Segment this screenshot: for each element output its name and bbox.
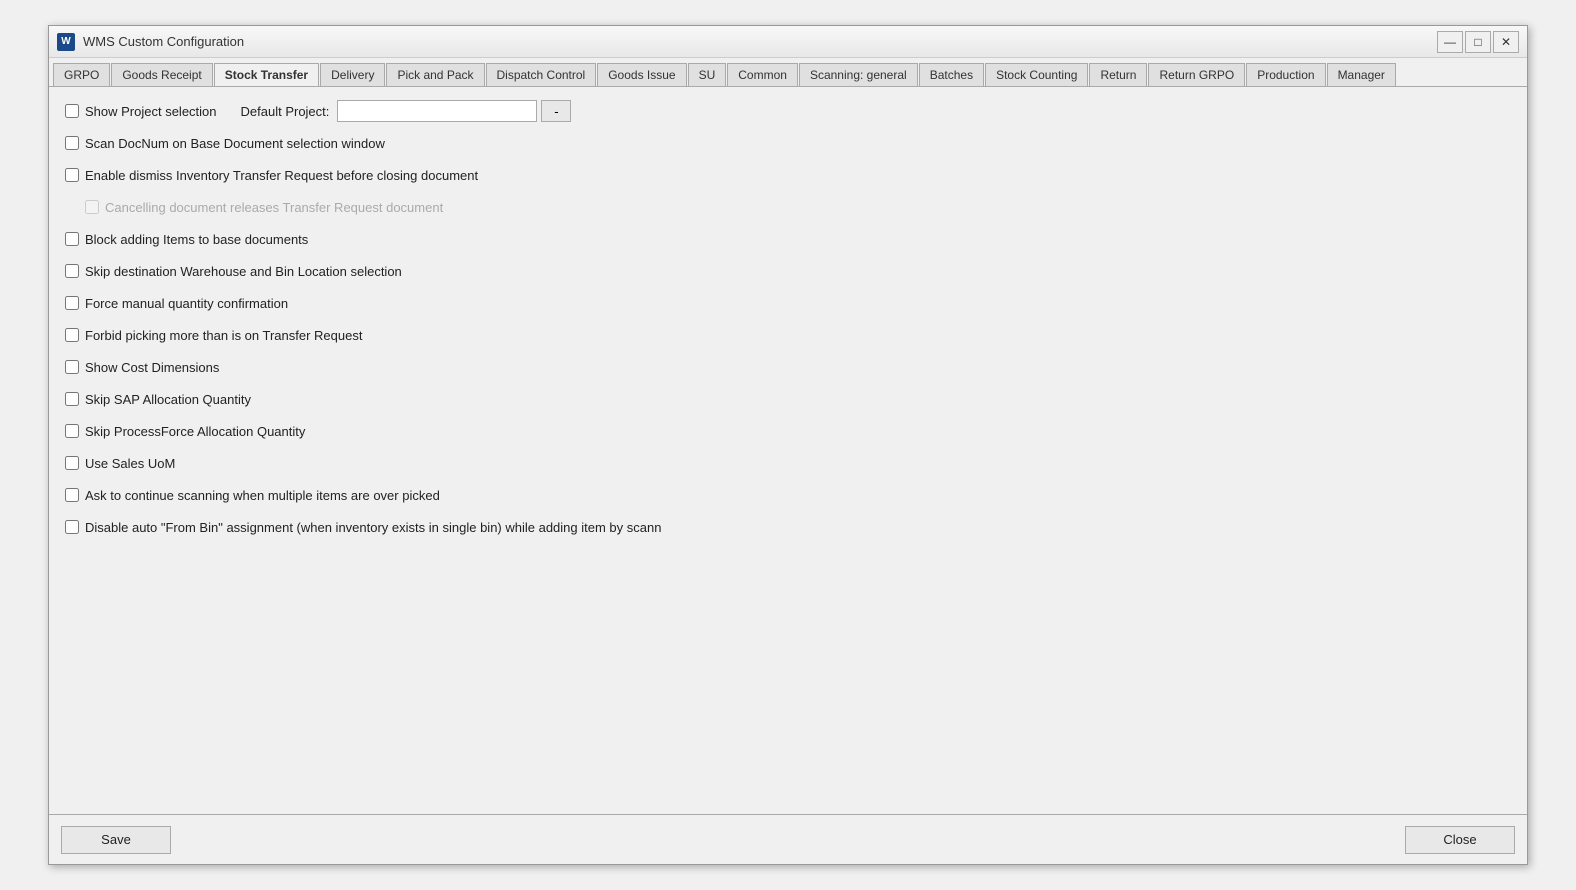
default-project-label: Default Project:	[241, 104, 330, 119]
option-row-scan-docnum: Scan DocNum on Base Document selection w…	[65, 131, 1511, 155]
content-area: Show Project selectionDefault Project:-S…	[49, 87, 1527, 814]
checkbox-block-adding[interactable]	[65, 232, 79, 246]
option-row-skip-destination: Skip destination Warehouse and Bin Locat…	[65, 259, 1511, 283]
tab-su[interactable]: SU	[688, 63, 727, 87]
label-scan-docnum: Scan DocNum on Base Document selection w…	[85, 136, 385, 151]
tab-common[interactable]: Common	[727, 63, 798, 87]
checkbox-force-manual[interactable]	[65, 296, 79, 310]
option-row-show-project-selection: Show Project selection Default Project: -	[65, 99, 1511, 123]
label-show-project-selection: Show Project selection	[85, 104, 217, 119]
option-row-show-cost-dimensions: Show Cost Dimensions	[65, 355, 1511, 379]
option-row-skip-sap-allocation: Skip SAP Allocation Quantity	[65, 387, 1511, 411]
tab-manager[interactable]: Manager	[1327, 63, 1396, 87]
option-row-enable-dismiss: Enable dismiss Inventory Transfer Reques…	[65, 163, 1511, 187]
label-force-manual: Force manual quantity confirmation	[85, 296, 288, 311]
maximize-button[interactable]: □	[1465, 31, 1491, 53]
default-project-input[interactable]	[337, 100, 537, 122]
option-row-skip-processforce: Skip ProcessForce Allocation Quantity	[65, 419, 1511, 443]
label-cancelling-document: Cancelling document releases Transfer Re…	[105, 200, 443, 215]
checkbox-cancelling-document	[85, 200, 99, 214]
option-row-ask-continue-scanning: Ask to continue scanning when multiple i…	[65, 483, 1511, 507]
tab-return-grpo[interactable]: Return GRPO	[1148, 63, 1245, 87]
default-project-button[interactable]: -	[541, 100, 571, 122]
tab-return[interactable]: Return	[1089, 63, 1147, 87]
label-forbid-picking: Forbid picking more than is on Transfer …	[85, 328, 362, 343]
label-disable-auto-from-bin: Disable auto "From Bin" assignment (when…	[85, 520, 661, 535]
checkbox-skip-processforce[interactable]	[65, 424, 79, 438]
title-bar: W WMS Custom Configuration — □ ✕	[49, 26, 1527, 58]
tab-goods-issue[interactable]: Goods Issue	[597, 63, 686, 87]
tab-scanning-general[interactable]: Scanning: general	[799, 63, 918, 87]
checkbox-show-cost-dimensions[interactable]	[65, 360, 79, 374]
checkbox-ask-continue-scanning[interactable]	[65, 488, 79, 502]
label-show-cost-dimensions: Show Cost Dimensions	[85, 360, 219, 375]
checkbox-use-sales-uom[interactable]	[65, 456, 79, 470]
label-skip-sap-allocation: Skip SAP Allocation Quantity	[85, 392, 251, 407]
main-window: W WMS Custom Configuration — □ ✕ GRPOGoo…	[48, 25, 1528, 865]
label-enable-dismiss: Enable dismiss Inventory Transfer Reques…	[85, 168, 478, 183]
checkbox-scan-docnum[interactable]	[65, 136, 79, 150]
window-controls: — □ ✕	[1437, 31, 1519, 53]
checkbox-skip-sap-allocation[interactable]	[65, 392, 79, 406]
checkbox-skip-destination[interactable]	[65, 264, 79, 278]
tab-delivery[interactable]: Delivery	[320, 63, 385, 87]
tab-stock-counting[interactable]: Stock Counting	[985, 63, 1088, 87]
close-window-button[interactable]: ✕	[1493, 31, 1519, 53]
tab-bar: GRPOGoods ReceiptStock TransferDeliveryP…	[49, 58, 1527, 87]
window-title: WMS Custom Configuration	[83, 34, 1437, 49]
tab-grpo[interactable]: GRPO	[53, 63, 110, 87]
tab-dispatch-control[interactable]: Dispatch Control	[486, 63, 597, 87]
footer: Save Close	[49, 814, 1527, 864]
checkbox-disable-auto-from-bin[interactable]	[65, 520, 79, 534]
option-row-block-adding: Block adding Items to base documents	[65, 227, 1511, 251]
checkbox-enable-dismiss[interactable]	[65, 168, 79, 182]
tab-batches[interactable]: Batches	[919, 63, 984, 87]
save-button[interactable]: Save	[61, 826, 171, 854]
tab-goods-receipt[interactable]: Goods Receipt	[111, 63, 212, 87]
app-icon: W	[57, 33, 75, 51]
option-row-disable-auto-from-bin: Disable auto "From Bin" assignment (when…	[65, 515, 1511, 539]
label-skip-destination: Skip destination Warehouse and Bin Locat…	[85, 264, 402, 279]
option-row-forbid-picking: Forbid picking more than is on Transfer …	[65, 323, 1511, 347]
tab-pick-and-pack[interactable]: Pick and Pack	[386, 63, 484, 87]
label-use-sales-uom: Use Sales UoM	[85, 456, 175, 471]
label-skip-processforce: Skip ProcessForce Allocation Quantity	[85, 424, 305, 439]
tab-stock-transfer[interactable]: Stock Transfer	[214, 63, 319, 87]
close-button[interactable]: Close	[1405, 826, 1515, 854]
option-row-cancelling-document: Cancelling document releases Transfer Re…	[65, 195, 1511, 219]
label-ask-continue-scanning: Ask to continue scanning when multiple i…	[85, 488, 440, 503]
minimize-button[interactable]: —	[1437, 31, 1463, 53]
label-block-adding: Block adding Items to base documents	[85, 232, 308, 247]
option-row-use-sales-uom: Use Sales UoM	[65, 451, 1511, 475]
option-row-force-manual: Force manual quantity confirmation	[65, 291, 1511, 315]
checkbox-show-project-selection[interactable]	[65, 104, 79, 118]
tab-production[interactable]: Production	[1246, 63, 1325, 87]
checkbox-forbid-picking[interactable]	[65, 328, 79, 342]
